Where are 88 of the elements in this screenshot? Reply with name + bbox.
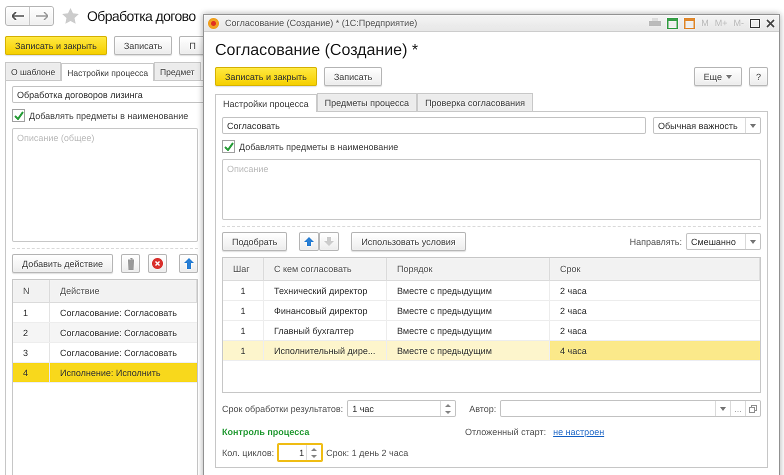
table-row[interactable]: 1 Финансовый директор Вместе с предыдущим 2 часа (223, 300, 760, 321)
save-close-button[interactable]: Записать и закрыть (215, 67, 317, 86)
table-cell: Вместе с предыдущим (386, 340, 550, 361)
table-row[interactable]: 1 Исполнительный дире... Вместе с предыдущим 4 часа (223, 340, 760, 361)
table-cell: 1 (223, 300, 264, 321)
app-logo-icon (208, 18, 219, 28)
author-label: Автор: (469, 404, 496, 414)
save-button[interactable]: Записать (324, 67, 382, 86)
add-action-button[interactable]: Добавить действие (12, 254, 113, 273)
tab[interactable]: Предметы процесса (316, 93, 418, 111)
caret-icon (720, 406, 726, 410)
checkbox-label: Добавлять предметы в наименование (239, 142, 398, 152)
checkbox[interactable] (12, 109, 25, 122)
right-arrow-icon (36, 12, 48, 20)
cycles-label: Кол. циклов: (222, 448, 274, 458)
move-up-button[interactable] (179, 254, 198, 273)
subject-field[interactable]: Согласовать (222, 117, 646, 134)
help-button[interactable]: ? (748, 67, 768, 86)
open-icon[interactable] (749, 404, 757, 412)
table-cell: 2 часа (550, 300, 760, 321)
calendar-icon[interactable] (684, 18, 696, 28)
table-cell: 2 часа (550, 280, 760, 301)
caret-icon (750, 124, 756, 128)
table-cell: Финансовый директор (264, 300, 386, 321)
table-cell: Согласование: Согласовать (50, 322, 196, 342)
column-header[interactable]: Порядок (386, 258, 550, 281)
table-row[interactable]: 1 Технический директор Вместе с предыдущим 2 часа (223, 280, 760, 301)
column-header[interactable]: С кем согласовать (264, 258, 386, 281)
bin-button[interactable] (121, 254, 140, 273)
more-button[interactable]: Еще (694, 67, 742, 86)
down-arrow-icon (324, 237, 334, 246)
deferred-start-link[interactable]: не настроен (553, 427, 604, 437)
table-cell: Вместе с предыдущим (386, 280, 550, 301)
close-icon[interactable] (766, 18, 775, 28)
column-header[interactable]: Шаг (223, 258, 264, 281)
column-header[interactable]: Действие (50, 280, 196, 302)
importance-dropdown[interactable]: Обычная важность (653, 117, 761, 134)
pick-button[interactable]: Подобрать (222, 232, 288, 252)
star-icon[interactable] (62, 8, 79, 24)
table-cell: Вместе с предыдущим (386, 300, 550, 321)
bin-icon (126, 258, 134, 270)
maximize-icon[interactable] (750, 18, 760, 28)
processing-term-label: Срок обработки результатов: (222, 404, 344, 414)
use-conditions-button[interactable]: Использовать условия (351, 232, 466, 252)
processing-term-field[interactable]: 1 час (347, 400, 456, 417)
table-cell: 1 (223, 340, 264, 361)
move-down-button[interactable] (319, 232, 340, 252)
tab[interactable]: Настройки процесса (215, 94, 317, 112)
move-up-button[interactable] (299, 232, 320, 252)
save-button[interactable]: Записать (114, 36, 172, 55)
checkbox[interactable] (222, 140, 235, 153)
up-arrow-icon (184, 258, 194, 269)
name-field[interactable]: Обработка договоров лизинга (12, 86, 204, 103)
delete-icon (152, 258, 163, 269)
cycles-field[interactable]: 1 (277, 443, 324, 462)
table-cell: 2 (13, 322, 50, 342)
table-cell: Технический директор (264, 280, 386, 301)
tab[interactable]: Настройки процесса (61, 63, 154, 81)
spinner-arrows-icon (311, 446, 318, 458)
table-row[interactable]: 2 Согласование: Согласовать (13, 322, 196, 342)
table-cell: 1 (223, 280, 264, 301)
tab[interactable]: Проверка согласования (417, 93, 533, 111)
table-row[interactable]: 4 Исполнение: Исполнить (13, 362, 196, 382)
table-cell: 4 часа (550, 340, 760, 361)
calendar-icon[interactable] (667, 18, 678, 28)
spinner-arrows-icon (445, 402, 452, 414)
table-cell: Исполнительный дире... (264, 340, 386, 361)
save-close-button[interactable]: Записать и закрыть (5, 36, 107, 55)
route-dropdown[interactable]: Смешанно (686, 233, 761, 250)
caret-icon (750, 240, 756, 244)
tab[interactable]: О шаблоне (5, 62, 62, 80)
route-label: Направлять: (630, 236, 682, 247)
column-header[interactable]: Срок (550, 258, 760, 281)
table-cell: Исполнение: Исполнить (50, 362, 196, 382)
left-arrow-icon (12, 12, 24, 20)
table-cell: 4 (13, 362, 50, 382)
dialog-title: Согласование (Создание) * (215, 42, 420, 60)
term-text: Срок: 1 день 2 часа (326, 448, 408, 458)
section-title: Контроль процесса (222, 427, 310, 437)
checkbox-label: Добавлять предметы в наименование (29, 110, 188, 120)
tab[interactable]: Предмет (154, 62, 201, 80)
column-header[interactable]: N (13, 280, 50, 302)
caret-icon (726, 74, 732, 78)
delete-button[interactable] (148, 254, 167, 273)
deferred-start-label: Отложенный старт: (465, 427, 546, 437)
up-arrow-icon (304, 237, 314, 246)
dialog-window-title: Согласование (Создание) * (1С:Предприятие) (225, 18, 418, 28)
window-title: Обработка догово (87, 8, 196, 24)
